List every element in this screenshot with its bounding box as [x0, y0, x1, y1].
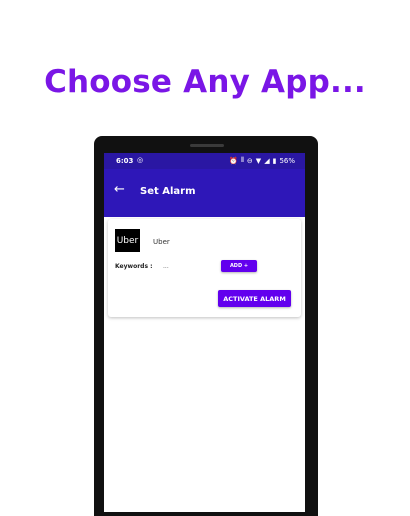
dnd-icon: ⊖: [246, 156, 253, 165]
status-time: 6:03: [116, 157, 134, 165]
alarm-card: Uber Uber Keywords : ... ADD + ACTIVATE …: [108, 219, 301, 317]
phone-screen: 6:03 ◎ ⏰ ⫴ ⊖ ▼ ◢ ▮ 56% ← Set Alarm Uber …: [104, 153, 305, 512]
phone-speaker: [190, 144, 224, 147]
app-bar-title: Set Alarm: [140, 186, 196, 197]
battery-icon: ▮: [272, 156, 277, 165]
status-bar: 6:03 ◎ ⏰ ⫴ ⊖ ▼ ◢ ▮ 56%: [104, 153, 305, 169]
app-bar: ← Set Alarm: [104, 169, 305, 217]
keywords-field[interactable]: ...: [163, 263, 213, 270]
add-keyword-button[interactable]: ADD +: [221, 260, 257, 272]
battery-percent: 56%: [279, 156, 295, 165]
keywords-label: Keywords :: [115, 263, 153, 270]
notification-icon: ◎: [137, 156, 144, 164]
page-headline: Choose Any App...: [44, 64, 366, 100]
app-name: Uber: [153, 238, 170, 246]
vibrate-icon: ⫴: [240, 156, 244, 164]
back-arrow-icon[interactable]: ←: [114, 183, 125, 196]
wifi-icon: ▼: [255, 156, 262, 165]
signal-icon: ◢: [264, 156, 270, 165]
uber-logo: Uber: [115, 229, 140, 252]
status-icons: ⏰ ⫴ ⊖ ▼ ◢ ▮ 56%: [229, 156, 295, 165]
alarm-icon: ⏰: [229, 156, 238, 165]
activate-alarm-button[interactable]: ACTIVATE ALARM: [218, 290, 291, 307]
